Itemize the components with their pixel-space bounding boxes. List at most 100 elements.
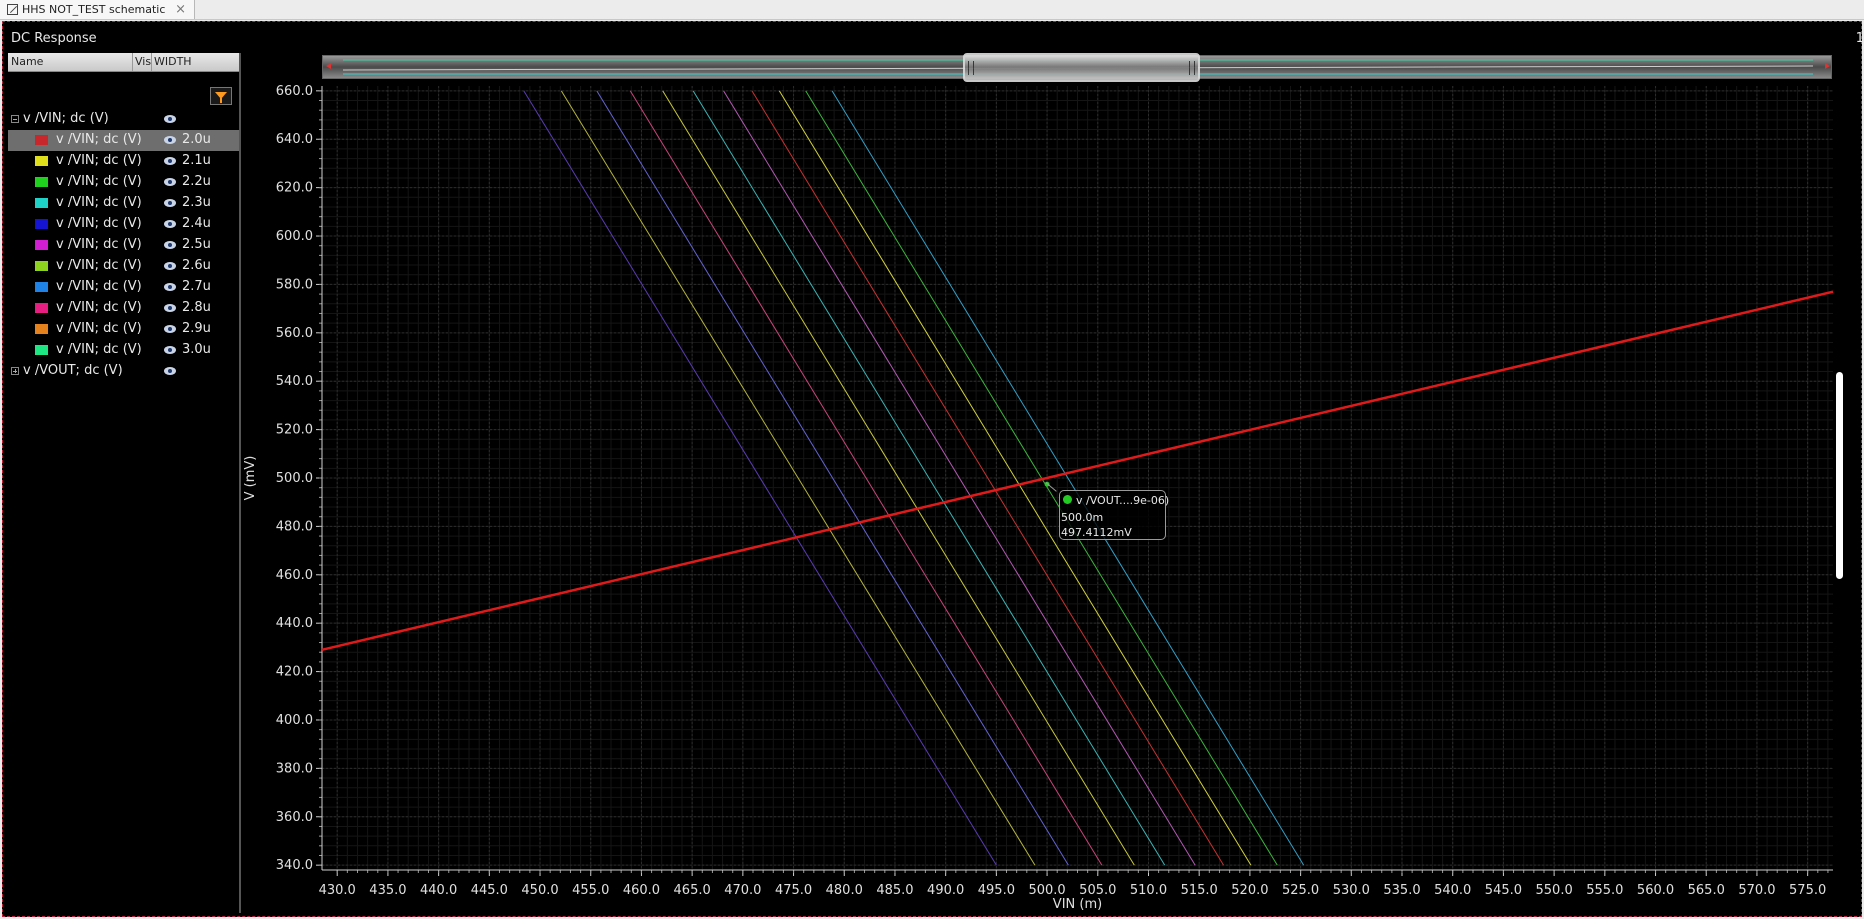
x-tick-label: 495.0 <box>978 883 1015 898</box>
trace-color-swatch <box>35 156 48 166</box>
vertical-scrollbar[interactable] <box>1836 372 1843 579</box>
trace-row[interactable]: v /VIN; dc (V) 2.0u <box>8 130 239 151</box>
trace-width: 2.7u <box>182 279 211 294</box>
trace-width: 2.9u <box>182 321 211 336</box>
y-tick-label: 540.0 <box>276 374 313 389</box>
trace-label: v /VIN; dc (V) <box>56 300 142 315</box>
y-tick-label: 480.0 <box>276 519 313 534</box>
y-tick-label: 380.0 <box>276 761 313 776</box>
x-tick-label: 515.0 <box>1181 883 1218 898</box>
trace-label: v /VIN; dc (V) <box>56 279 142 294</box>
eye-icon[interactable] <box>164 304 176 312</box>
column-width[interactable]: WIDTH <box>154 55 192 68</box>
x-tick-label: 470.0 <box>724 883 761 898</box>
x-tick-label: 505.0 <box>1079 883 1116 898</box>
trace-label: v /VIN; dc (V) <box>56 237 142 252</box>
x-tick-label: 550.0 <box>1536 883 1573 898</box>
y-tick-label: 460.0 <box>276 568 313 583</box>
y-tick-label: 640.0 <box>276 132 313 147</box>
eye-icon[interactable] <box>164 367 176 375</box>
trace-label: v /VIN; dc (V) <box>56 258 142 273</box>
trace-width: 2.5u <box>182 237 211 252</box>
y-tick-label: 600.0 <box>276 229 313 244</box>
tab-title: HHS NOT_TEST schematic <box>22 3 166 16</box>
eye-icon[interactable] <box>164 283 176 291</box>
trace-color-swatch <box>35 198 48 208</box>
y-tick-label: 660.0 <box>276 84 313 99</box>
y-tick-label: 420.0 <box>276 665 313 680</box>
x-tick-label: 450.0 <box>521 883 558 898</box>
eye-icon[interactable] <box>164 115 176 123</box>
x-tick-label: 525.0 <box>1282 883 1319 898</box>
eye-icon[interactable] <box>164 199 176 207</box>
trace-row[interactable]: v /VIN; dc (V) 2.7u <box>8 277 239 298</box>
trace-row[interactable]: v /VIN; dc (V) 2.8u <box>8 298 239 319</box>
y-tick-label: 560.0 <box>276 326 313 341</box>
trace-label: v /VIN; dc (V) <box>56 195 142 210</box>
trace-row[interactable]: v /VIN; dc (V) 2.6u <box>8 256 239 277</box>
y-tick-label: 520.0 <box>276 423 313 438</box>
y-axis-title: V (mV) <box>243 456 258 501</box>
expand-icon[interactable] <box>11 367 19 375</box>
eye-icon[interactable] <box>164 325 176 333</box>
trace-color-swatch <box>35 261 48 271</box>
trace-group-label: v /VOUT; dc (V) <box>23 363 123 378</box>
trace-row[interactable]: v /VIN; dc (V) 2.1u <box>8 151 239 172</box>
filter-icon[interactable] <box>210 87 232 105</box>
x-tick-label: 430.0 <box>319 883 356 898</box>
trace-row[interactable]: v /VIN; dc (V) 2.9u <box>8 319 239 340</box>
trace-group-vout[interactable]: v /VOUT; dc (V) <box>8 361 239 382</box>
eye-icon[interactable] <box>164 346 176 354</box>
x-tick-label: 485.0 <box>876 883 913 898</box>
dc-response-chart[interactable]: 430.0 435.0 440.0 445.0 450.0 455.0 460.0 465.0… <box>240 48 1858 910</box>
trace-table-header: Name Vis WIDTH <box>8 53 239 72</box>
close-icon[interactable]: × <box>175 2 186 17</box>
y-tick-label: 360.0 <box>276 810 313 825</box>
x-tick-label: 520.0 <box>1231 883 1268 898</box>
trace-label: v /VIN; dc (V) <box>56 132 142 147</box>
trace-row[interactable]: v /VIN; dc (V) 2.4u <box>8 214 239 235</box>
x-tick-label: 475.0 <box>775 883 812 898</box>
window-title: DC Response <box>11 31 97 46</box>
trace-color-swatch <box>35 240 48 250</box>
x-tick-label: 435.0 <box>369 883 406 898</box>
trace-color-swatch <box>35 219 48 229</box>
trace-label: v /VIN; dc (V) <box>56 342 142 357</box>
eye-icon[interactable] <box>164 262 176 270</box>
trace-label: v /VIN; dc (V) <box>56 216 142 231</box>
x-tick-label: 500.0 <box>1028 883 1065 898</box>
x-tick-label: 545.0 <box>1485 883 1522 898</box>
eye-icon[interactable] <box>164 157 176 165</box>
trace-color-swatch <box>35 282 48 292</box>
corner-text: 1 <box>1855 31 1864 46</box>
trace-row[interactable]: v /VIN; dc (V) 3.0u <box>8 340 239 361</box>
x-tick-label: 575.0 <box>1789 883 1826 898</box>
trace-width: 2.8u <box>182 300 211 315</box>
tab-schematic[interactable]: HHS NOT_TEST schematic × <box>0 0 195 19</box>
marker-label[interactable]: v /VOUT....9e-06) 500.0m 497.4112mV <box>1059 490 1169 540</box>
column-name[interactable]: Name <box>11 55 43 68</box>
trace-color-swatch <box>35 177 48 187</box>
eye-icon[interactable] <box>164 220 176 228</box>
y-tick-label: 400.0 <box>276 713 313 728</box>
y-tick-label: 620.0 <box>276 181 313 196</box>
trace-group-vin[interactable]: v /VIN; dc (V) <box>8 109 239 130</box>
x-tick-label: 560.0 <box>1637 883 1674 898</box>
x-tick-label: 535.0 <box>1383 883 1420 898</box>
trace-color-swatch <box>35 345 48 355</box>
trace-color-swatch <box>35 135 48 145</box>
x-tick-label: 540.0 <box>1434 883 1471 898</box>
column-vis[interactable]: Vis <box>135 55 151 68</box>
y-tick-label: 500.0 <box>276 471 313 486</box>
eye-icon[interactable] <box>164 241 176 249</box>
schematic-icon <box>7 4 18 15</box>
trace-color-swatch <box>35 303 48 313</box>
trace-width: 2.6u <box>182 258 211 273</box>
eye-icon[interactable] <box>164 136 176 144</box>
trace-row[interactable]: v /VIN; dc (V) 2.2u <box>8 172 239 193</box>
marker-y-value: 497.4112mV <box>1061 526 1132 539</box>
eye-icon[interactable] <box>164 178 176 186</box>
collapse-icon[interactable] <box>11 115 19 123</box>
trace-row[interactable]: v /VIN; dc (V) 2.3u <box>8 193 239 214</box>
trace-row[interactable]: v /VIN; dc (V) 2.5u <box>8 235 239 256</box>
